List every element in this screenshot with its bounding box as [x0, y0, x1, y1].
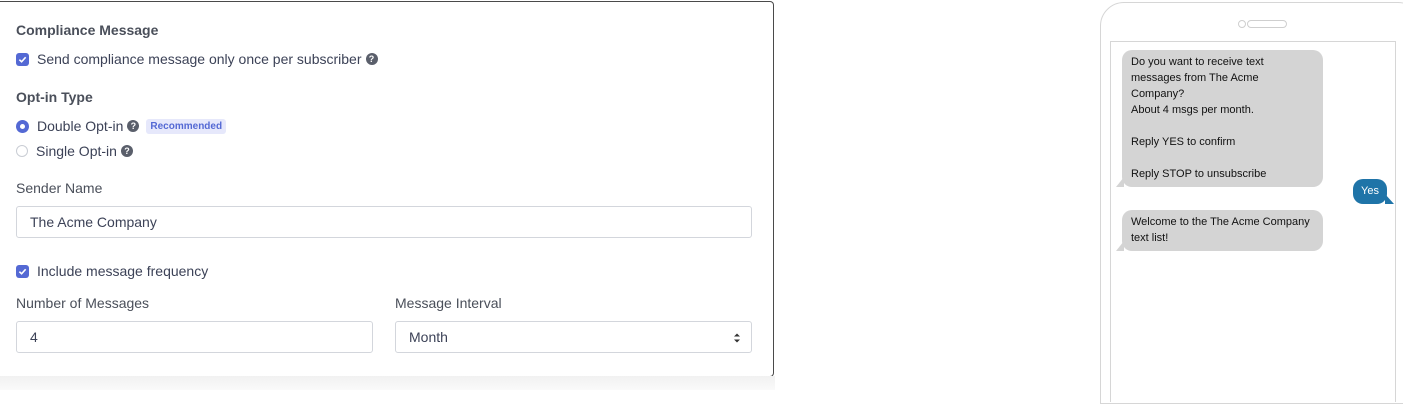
send-once-label[interactable]: Send compliance message only once per su…: [37, 51, 362, 67]
sender-name-input[interactable]: The Acme Company: [16, 206, 752, 238]
camera-icon: [1238, 20, 1246, 28]
send-once-checkbox[interactable]: [16, 52, 29, 66]
settings-panel: Compliance Message Send compliance messa…: [0, 1, 774, 377]
checkmark-icon: [18, 56, 27, 63]
phone-screen: Do you want to receive text messages fro…: [1110, 41, 1396, 402]
include-frequency-row: Include message frequency: [16, 263, 208, 279]
single-optin-radio[interactable]: [16, 145, 28, 157]
double-optin-radio[interactable]: [16, 119, 29, 133]
incoming-message: Welcome to the The Acme Company text lis…: [1116, 210, 1323, 251]
incoming-message: Do you want to receive text messages fro…: [1116, 50, 1323, 187]
number-of-messages-input[interactable]: 4: [16, 321, 373, 353]
message-interval-select[interactable]: Month: [395, 321, 752, 353]
help-icon[interactable]: ?: [120, 145, 133, 157]
recommended-badge: Recommended: [146, 118, 227, 134]
select-arrows-icon: [734, 333, 740, 343]
message-interval-heading: Message Interval: [395, 295, 502, 311]
help-icon[interactable]: ?: [365, 53, 378, 65]
compliance-heading: Compliance Message: [16, 22, 159, 38]
number-of-messages-heading: Number of Messages: [16, 295, 150, 311]
help-icon[interactable]: ?: [127, 120, 140, 132]
double-optin-label[interactable]: Double Opt-in: [37, 118, 123, 134]
single-optin-label[interactable]: Single Opt-in: [36, 143, 117, 159]
sender-name-heading: Sender Name: [16, 180, 103, 196]
include-frequency-checkbox[interactable]: [16, 264, 29, 278]
send-once-row: Send compliance message only once per su…: [16, 51, 378, 67]
single-optin-row: Single Opt-in ?: [16, 143, 133, 159]
include-frequency-label[interactable]: Include message frequency: [37, 263, 208, 279]
outgoing-message: Yes: [1353, 179, 1394, 204]
message-interval-value: Month: [409, 329, 448, 345]
optin-heading: Opt-in Type: [16, 89, 93, 105]
panel-shadow: [0, 376, 775, 390]
speaker-icon: [1247, 20, 1287, 28]
double-optin-row: Double Opt-in ? Recommended: [16, 118, 227, 134]
checkmark-icon: [18, 268, 27, 275]
